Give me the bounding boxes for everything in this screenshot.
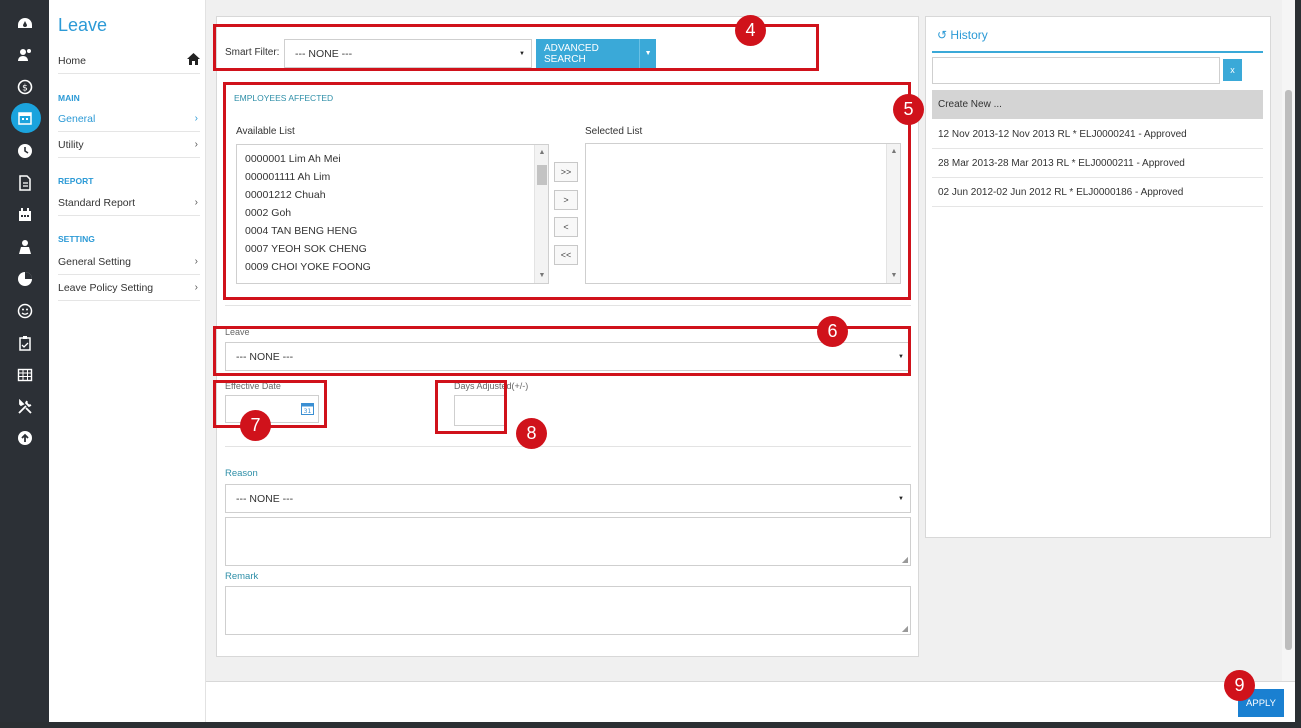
history-entry[interactable]: 02 Jun 2012-02 Jun 2012 RL * ELJ0000186 … (932, 178, 1263, 207)
sidebar-item-label: General (58, 112, 96, 125)
section-setting: SETTING (58, 234, 95, 244)
money-icon[interactable]: $ (17, 79, 33, 95)
home-icon (187, 53, 200, 68)
resize-grip-icon[interactable]: ◢ (902, 624, 908, 633)
sidebar-item-standard-report[interactable]: Standard Report › (58, 190, 200, 216)
callout-box-employees (223, 82, 911, 300)
sidebar-item-label: Home (58, 54, 87, 67)
upload-icon[interactable] (17, 430, 33, 446)
history-underline (932, 51, 1263, 53)
chevron-right-icon: › (194, 113, 198, 124)
document-icon[interactable] (17, 175, 33, 191)
history-panel: ↺ History x Create New ... 12 Nov 2013-1… (925, 16, 1271, 538)
module-title: Leave (58, 15, 108, 35)
sidebar-item-label: Utility (58, 138, 84, 151)
history-entry[interactable]: 28 Mar 2013-28 Mar 2013 RL * ELJ0000211 … (932, 149, 1263, 178)
sidebar-item-general[interactable]: General › (58, 106, 200, 132)
main-content: Smart Filter: --- NONE --- ▼ ADVANCED SE… (206, 0, 1295, 722)
reason-select[interactable]: --- NONE --- ▼ (225, 484, 911, 513)
section-report: REPORT (58, 176, 94, 186)
sidebar-item-label: Standard Report (58, 196, 136, 209)
person-icon[interactable] (17, 239, 33, 255)
history-title: ↺ History (937, 28, 988, 42)
callout-badge: 7 (240, 410, 271, 441)
calendar-icon[interactable] (17, 110, 33, 126)
action-bar: APPLY (206, 681, 1295, 722)
callout-box-leave (213, 326, 911, 376)
create-new-item[interactable]: Create New ... (932, 90, 1263, 119)
callout-badge: 5 (893, 94, 924, 125)
reason-textarea[interactable]: ◢ (225, 517, 911, 566)
reason-label: Reason (225, 468, 258, 479)
pie-chart-icon[interactable] (17, 271, 33, 287)
icon-rail: $ (0, 0, 49, 722)
callout-box-smart-filter (213, 24, 819, 71)
divider (225, 446, 911, 447)
sidebar-item-label: Leave Policy Setting (58, 281, 154, 294)
section-main: MAIN (58, 93, 80, 103)
dashboard-icon[interactable] (17, 16, 33, 32)
users-icon[interactable] (17, 47, 33, 63)
resize-grip-icon[interactable]: ◢ (902, 555, 908, 564)
sidebar-item-leave-policy-setting[interactable]: Leave Policy Setting › (58, 275, 200, 301)
tools-icon[interactable] (17, 399, 33, 415)
callout-badge: 8 (516, 418, 547, 449)
sidebar: Leave Home MAIN General › Utility › REPO… (49, 0, 206, 722)
history-search-input[interactable] (932, 57, 1220, 84)
clock-icon[interactable] (17, 143, 33, 159)
table-icon[interactable] (17, 367, 33, 383)
history-icon: ↺ (937, 28, 948, 42)
chevron-right-icon: › (194, 197, 198, 208)
sidebar-item-utility[interactable]: Utility › (58, 132, 200, 158)
chevron-right-icon: › (194, 256, 198, 267)
callout-box-days-adjusted (435, 380, 507, 434)
chevron-right-icon: › (194, 282, 198, 293)
sidebar-item-general-setting[interactable]: General Setting › (58, 249, 200, 275)
sidebar-item-label: General Setting (58, 255, 131, 268)
callout-badge: 9 (1224, 670, 1255, 701)
callout-badge: 4 (735, 15, 766, 46)
smile-icon[interactable] (17, 303, 33, 319)
chevron-right-icon: › (194, 139, 198, 150)
callout-badge: 6 (817, 316, 848, 347)
svg-text:$: $ (22, 84, 28, 94)
calendar-stack-icon[interactable] (17, 207, 33, 223)
history-clear-button[interactable]: x (1223, 59, 1242, 81)
history-entry[interactable]: 12 Nov 2013-12 Nov 2013 RL * ELJ0000241 … (932, 120, 1263, 149)
caret-down-icon: ▼ (898, 495, 904, 502)
page-scroll-thumb[interactable] (1285, 90, 1292, 650)
remark-label: Remark (225, 571, 259, 582)
sidebar-item-home[interactable]: Home (58, 48, 200, 74)
clipboard-icon[interactable] (17, 335, 33, 351)
remark-textarea[interactable]: ◢ (225, 586, 911, 635)
divider (225, 305, 911, 306)
